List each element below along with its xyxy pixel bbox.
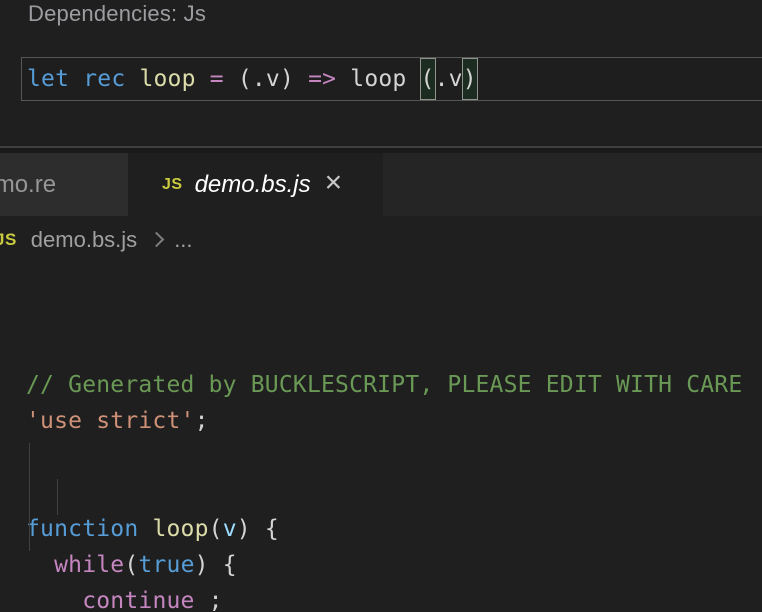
code-token bbox=[125, 66, 139, 92]
code-token: => bbox=[308, 66, 336, 92]
code-token bbox=[406, 66, 420, 92]
code-line: while(true) { bbox=[26, 547, 762, 583]
tab-bar-filler bbox=[383, 153, 762, 216]
code-line: continue ; bbox=[26, 583, 762, 612]
code-token: loop bbox=[152, 516, 208, 542]
code-line: function loop(v) { bbox=[26, 511, 762, 547]
tab-bar: demo.re JS demo.bs.js × bbox=[0, 148, 762, 216]
code-token: loop bbox=[350, 66, 406, 92]
code-token: true bbox=[138, 552, 194, 578]
code-line: // Generated by BUCKLESCRIPT, PLEASE EDI… bbox=[26, 367, 762, 403]
code-line bbox=[26, 439, 762, 475]
code-token: loop bbox=[139, 66, 195, 92]
indent-guide bbox=[29, 443, 30, 551]
code-lines: // Generated by BUCKLESCRIPT, PLEASE EDI… bbox=[26, 367, 762, 612]
code-token bbox=[336, 66, 350, 92]
code-line bbox=[26, 475, 762, 511]
chevron-right-icon bbox=[149, 232, 165, 248]
code-token: let bbox=[27, 66, 69, 92]
code-token: continue bbox=[82, 588, 194, 612]
hover-code-line: let rec loop = (.v) => loop (.v) bbox=[22, 58, 477, 100]
code-token: .v bbox=[435, 66, 463, 92]
code-token: ( bbox=[124, 552, 138, 578]
code-token: = bbox=[210, 66, 224, 92]
js-icon: JS bbox=[0, 230, 17, 250]
code-token bbox=[69, 66, 83, 92]
hover-code-box: let rec loop = (.v) => loop (.v) bbox=[21, 57, 762, 101]
code-token: ) { bbox=[237, 516, 279, 542]
indent-guide bbox=[57, 479, 58, 515]
code-token: ; bbox=[195, 588, 223, 612]
tab-label: demo.re bbox=[0, 171, 56, 199]
code-token: rec bbox=[83, 66, 125, 92]
code-token bbox=[294, 66, 308, 92]
vscode-window: Dependencies: Js let rec loop = (.v) => … bbox=[0, 0, 762, 612]
tab-demo-bs-js[interactable]: JS demo.bs.js × bbox=[128, 153, 383, 216]
code-token: (.v) bbox=[238, 66, 294, 92]
breadcrumb-file[interactable]: demo.bs.js bbox=[31, 227, 137, 253]
matched-bracket: ) bbox=[463, 59, 477, 99]
code-token: function bbox=[26, 516, 138, 542]
code-token: 'use strict' bbox=[26, 408, 195, 434]
code-token bbox=[196, 66, 210, 92]
tab-demo-re[interactable]: demo.re bbox=[0, 153, 128, 216]
code-token: ( bbox=[209, 516, 223, 542]
code-token: v bbox=[223, 516, 237, 542]
code-token: ) { bbox=[195, 552, 237, 578]
hover-pane: Dependencies: Js let rec loop = (.v) => … bbox=[0, 0, 762, 146]
close-icon[interactable]: × bbox=[325, 168, 343, 198]
code-token bbox=[224, 66, 238, 92]
code-token: // Generated by BUCKLESCRIPT, PLEASE EDI… bbox=[26, 372, 742, 398]
code-token: while bbox=[54, 552, 124, 578]
breadcrumb-symbol[interactable]: ... bbox=[174, 227, 192, 253]
code-editor[interactable]: // Generated by BUCKLESCRIPT, PLEASE EDI… bbox=[0, 263, 762, 612]
code-token bbox=[26, 588, 82, 612]
matched-bracket: ( bbox=[421, 59, 435, 99]
code-token: ; bbox=[195, 408, 209, 434]
dependencies-label: Dependencies: Js bbox=[28, 1, 206, 27]
js-icon: JS bbox=[162, 176, 183, 194]
code-token bbox=[26, 552, 54, 578]
tab-label: demo.bs.js bbox=[195, 171, 311, 199]
code-token bbox=[138, 516, 152, 542]
code-line: 'use strict'; bbox=[26, 403, 762, 439]
breadcrumb: JS demo.bs.js ... bbox=[0, 216, 762, 263]
